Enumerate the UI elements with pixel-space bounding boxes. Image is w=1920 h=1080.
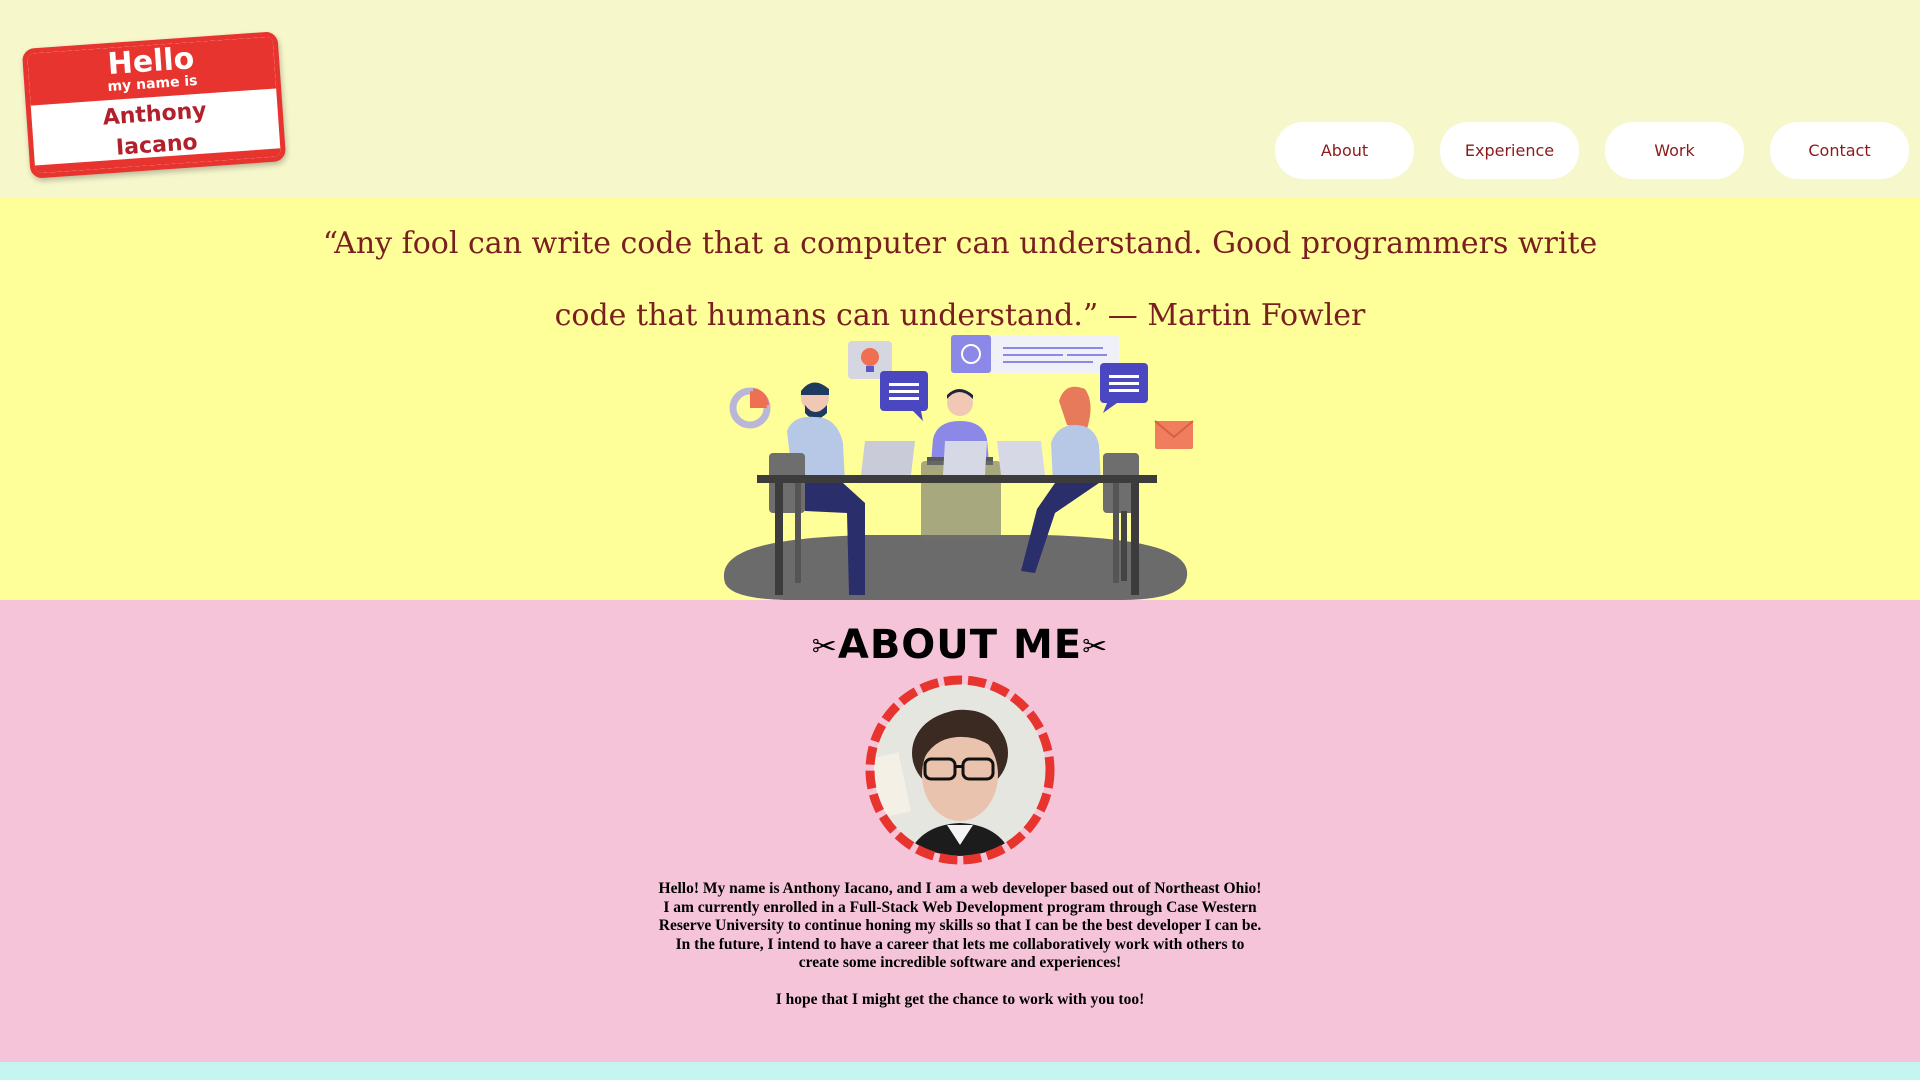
- hero-section: “Any fool can write code that a computer…: [0, 198, 1920, 600]
- next-section-strip: [0, 1062, 1920, 1080]
- nav-experience-button[interactable]: Experience: [1440, 122, 1579, 179]
- team-meeting-illustration: [723, 335, 1194, 600]
- main-nav: About Experience Work Contact: [1275, 122, 1909, 179]
- scissors-left-icon: ✂: [811, 629, 838, 665]
- about-paragraph-1: Hello! My name is Anthony Iacano, and I …: [658, 880, 1262, 971]
- chat-bubble-right-icon: [1100, 363, 1148, 413]
- nav-about-button[interactable]: About: [1275, 122, 1414, 179]
- hero-quote: “Any fool can write code that a computer…: [322, 226, 1598, 333]
- scissors-right-icon: ✂: [1082, 629, 1109, 665]
- nav-contact-button[interactable]: Contact: [1770, 122, 1909, 179]
- profile-avatar: [865, 675, 1055, 865]
- about-section: ✂ABOUT ME✂ Hello! My name is Anthony Iac…: [0, 600, 1920, 1062]
- chat-bubble-icon: [880, 371, 928, 421]
- pie-chart-icon: [729, 387, 771, 429]
- about-heading: ✂ABOUT ME✂: [0, 622, 1920, 668]
- about-title-text: ABOUT ME: [837, 622, 1083, 668]
- name-tag-logo[interactable]: Hello my name is Anthony Iacano: [21, 31, 287, 179]
- nav-work-button[interactable]: Work: [1605, 122, 1744, 179]
- about-description: Hello! My name is Anthony Iacano, and I …: [655, 880, 1265, 1027]
- site-header: Hello my name is Anthony Iacano About Ex…: [0, 0, 1920, 198]
- laptops: [861, 441, 1045, 475]
- envelope-icon: [1154, 420, 1194, 449]
- timer-card-icon: [951, 335, 1119, 373]
- about-paragraph-2: I hope that I might get the chance to wo…: [775, 990, 1145, 1008]
